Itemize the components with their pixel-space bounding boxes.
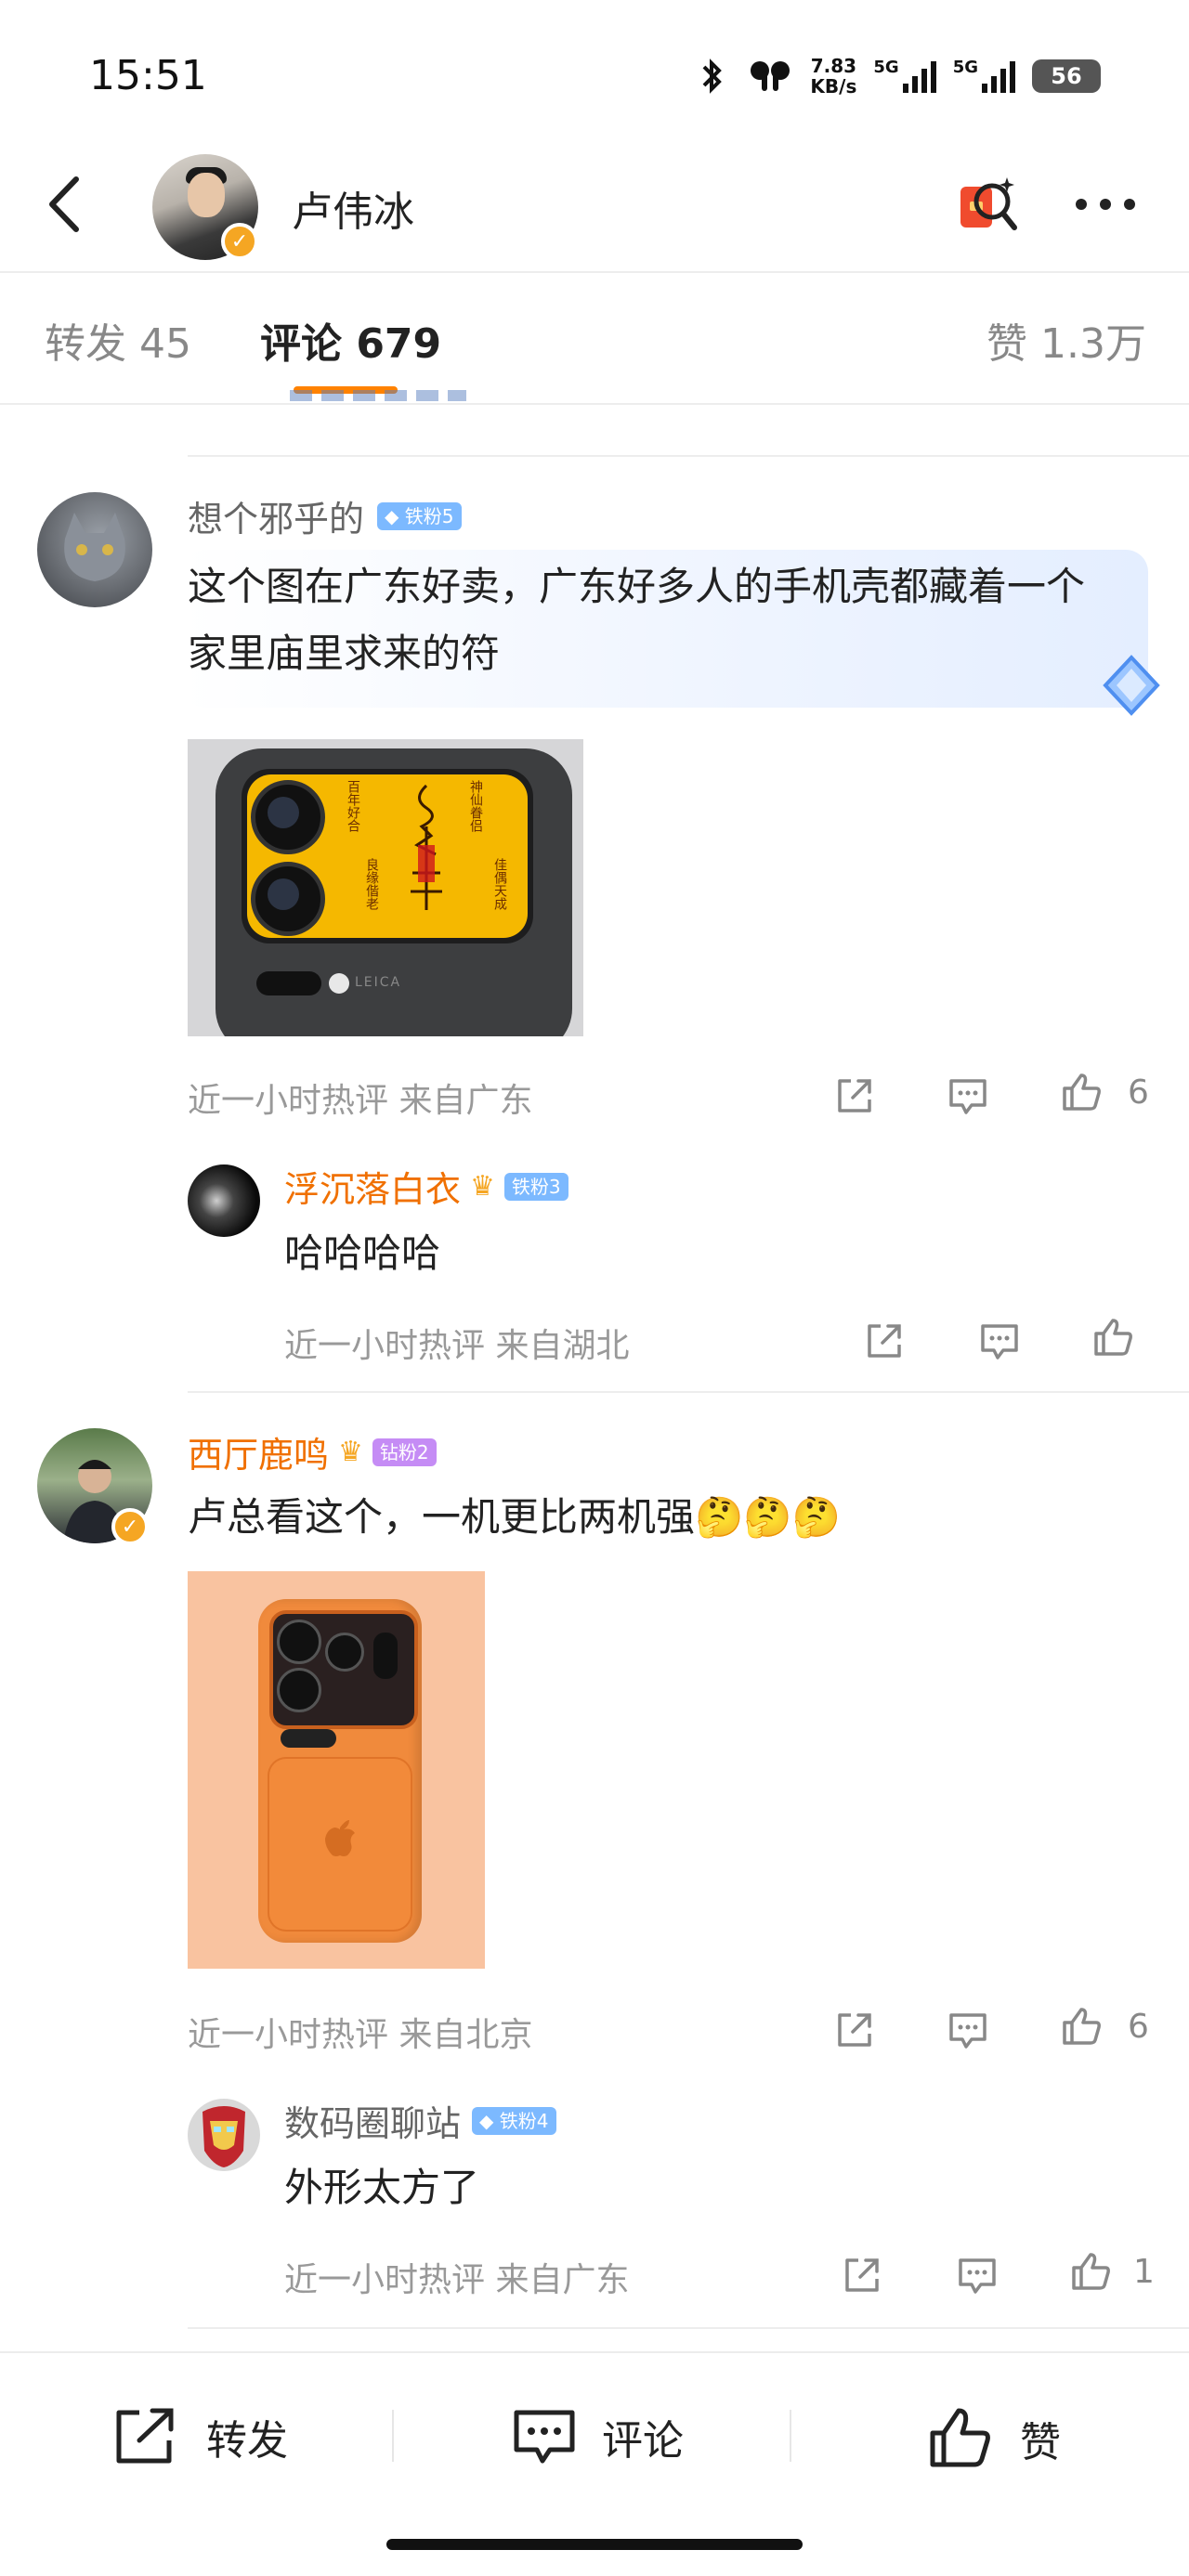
verified-icon: ✓ [221, 223, 258, 260]
comment-meta: 近一小时热评 来自广东 [188, 1082, 533, 1120]
comment-icon [514, 2410, 575, 2464]
comment-text: 这个图在广东好卖，广东好多人的手机壳都藏着一个家里庙里求来的符 [188, 564, 1086, 676]
talisman-text-left2: 良缘偕老 [364, 858, 379, 910]
share-icon[interactable] [862, 1319, 907, 1363]
signal-bars-icon [902, 59, 936, 93]
divider [188, 455, 1189, 457]
more-icon[interactable] [1068, 190, 1143, 218]
divider [188, 1391, 1189, 1393]
like-icon[interactable] [1091, 1315, 1135, 1360]
tab-repost[interactable]: 转发 45 [45, 310, 191, 370]
divider [188, 2327, 1189, 2329]
bluetooth-icon [703, 59, 723, 94]
earbuds-icon [751, 61, 790, 91]
commenter-avatar[interactable] [37, 492, 152, 607]
reply-user-name[interactable]: 浮沉落白衣 [284, 1161, 461, 1212]
reply-meta: 近一小时热评 来自广东 [284, 2261, 630, 2299]
comment-label: 评论 [602, 2417, 684, 2465]
reply-header: 浮沉落白衣 ♛ 铁粉3 [284, 1161, 568, 1212]
tabs-divider [0, 403, 1189, 405]
like-icon[interactable] [1059, 1070, 1104, 1114]
apple-logo-icon [325, 1820, 355, 1856]
talisman-text-left: 百年好合 [346, 780, 360, 832]
camera-brand: LEICA [355, 975, 402, 990]
comment-icon[interactable] [946, 2008, 990, 2052]
like-label: 赞 [1020, 2419, 1061, 2466]
comment-header: 想个邪乎的 ◆ 铁粉5 [188, 490, 462, 541]
status-time: 15:51 [89, 52, 207, 99]
reply-meta: 近一小时热评 来自湖北 [284, 1327, 630, 1365]
status-icons: 7.83 KB/s 5G 5G 56 [693, 48, 1101, 104]
crown-icon: ♛ [338, 1436, 363, 1468]
comment-icon[interactable] [946, 1073, 990, 1118]
signal-1: 5G [873, 59, 936, 93]
signal-bars-icon [982, 59, 1015, 93]
comment-icon[interactable] [977, 1319, 1022, 1363]
back-arrow-icon[interactable] [37, 172, 93, 237]
like-count: 6 [1128, 2008, 1149, 2046]
reply-text: 哈哈哈哈 [284, 1230, 441, 1276]
repost-label: 转发 [206, 2417, 288, 2465]
share-icon[interactable] [832, 1073, 877, 1118]
talisman-symbol [403, 780, 450, 919]
fan-badge: 铁粉3 [503, 1172, 568, 1201]
reply-user-name[interactable]: 数码圈聊站 [284, 2095, 461, 2146]
commenter-name[interactable]: 西厅鹿鸣 [188, 1426, 329, 1477]
like-icon [930, 2408, 990, 2467]
tab-comments[interactable]: 评论 679 [260, 310, 441, 370]
red-packet-search-icon[interactable] [957, 172, 1024, 239]
clipped-previous-text [290, 390, 466, 409]
author-name[interactable]: 卢伟冰 [292, 178, 414, 238]
like-button[interactable]: 赞 [925, 2405, 1061, 2472]
bottom-bar-divider [392, 2410, 394, 2462]
comment-image[interactable] [188, 1571, 485, 1969]
fan-badge: ◆ 铁粉4 [472, 2106, 556, 2135]
reply-avatar[interactable] [188, 2099, 260, 2171]
like-icon[interactable] [1059, 2004, 1104, 2049]
repost-button[interactable]: 转发 [111, 2405, 288, 2468]
like-icon[interactable] [1068, 2249, 1113, 2294]
repost-icon [116, 2408, 174, 2464]
battery-icon: 56 [1032, 59, 1101, 93]
commenter-name[interactable]: 想个邪乎的 [188, 490, 364, 541]
reply-avatar[interactable] [188, 1164, 260, 1237]
signal-2: 5G [953, 59, 1015, 93]
reply-text: 外形太方了 [284, 2165, 480, 2210]
comment-text: 卢总看这个，一机更比两机强🤔🤔🤔 [188, 1494, 841, 1540]
network-speed: 7.83 KB/s [810, 55, 857, 98]
comment-icon[interactable] [955, 2253, 1000, 2297]
fan-badge: ◆ 铁粉5 [377, 501, 462, 530]
fan-badge: 钻粉2 [372, 1438, 437, 1466]
comment-header: 西厅鹿鸣 ♛ 钻粉2 [188, 1426, 437, 1477]
share-icon[interactable] [832, 2008, 877, 2052]
bottom-bar-divider [790, 2410, 791, 2462]
home-indicator[interactable] [386, 2539, 803, 2550]
tab-likes[interactable]: 赞 1.3万 [986, 310, 1146, 370]
talisman-text-right2: 佳偶天成 [492, 858, 507, 910]
crown-icon: ♛ [470, 1170, 495, 1203]
reply-header: 数码圈聊站 ◆ 铁粉4 [284, 2095, 556, 2146]
diamond-decoration-icon [1103, 655, 1160, 716]
like-count: 1 [1133, 2253, 1155, 2291]
header-divider [0, 271, 1189, 273]
comment-button[interactable]: 评论 [511, 2405, 684, 2468]
like-count: 6 [1128, 1073, 1149, 1112]
share-icon[interactable] [840, 2253, 884, 2297]
comment-image[interactable]: 百年好合 良缘偕老 神仙眷侣 佳偶天成 LEICA [188, 739, 583, 1036]
comment-meta: 近一小时热评 来自北京 [188, 2016, 533, 2054]
verified-icon: ✓ [111, 1508, 149, 1545]
talisman-text-right: 神仙眷侣 [468, 780, 483, 832]
